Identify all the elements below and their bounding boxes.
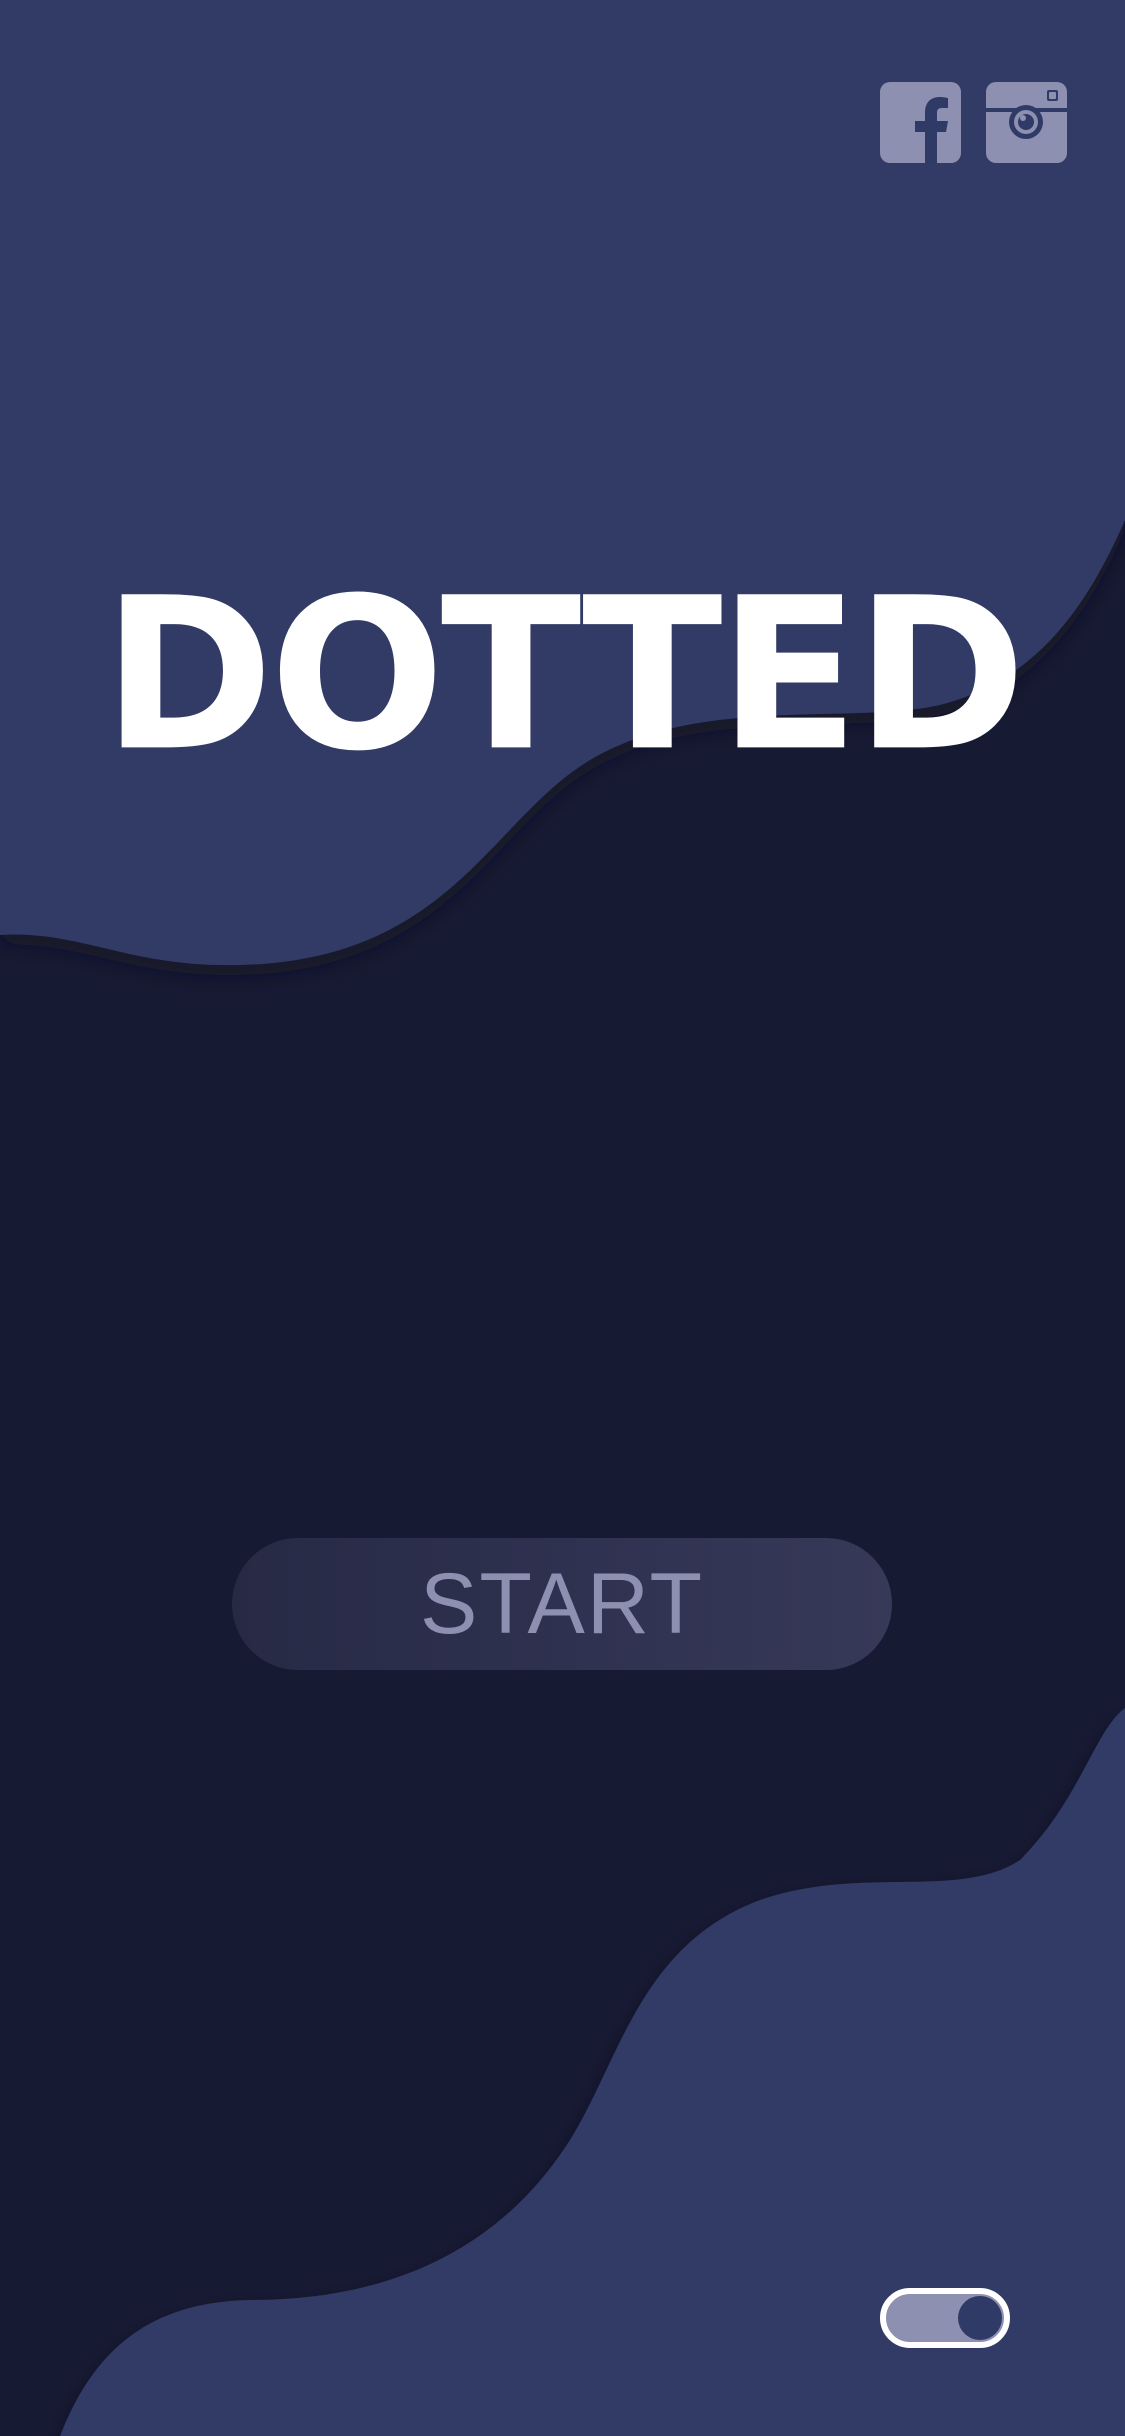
toggle-knob: [958, 2296, 1002, 2340]
social-links: [880, 82, 1067, 163]
facebook-button[interactable]: [880, 82, 961, 163]
home-screen: DOTTED START: [0, 0, 1125, 2436]
app-title: DOTTED: [102, 552, 1027, 798]
facebook-icon: [880, 82, 961, 163]
start-button-label: START: [420, 1555, 704, 1652]
instagram-button[interactable]: [986, 82, 1067, 163]
start-button[interactable]: START: [232, 1538, 892, 1670]
instagram-icon: [986, 82, 1067, 163]
settings-toggle[interactable]: [880, 2288, 1010, 2348]
background-waves: [0, 0, 1125, 2436]
